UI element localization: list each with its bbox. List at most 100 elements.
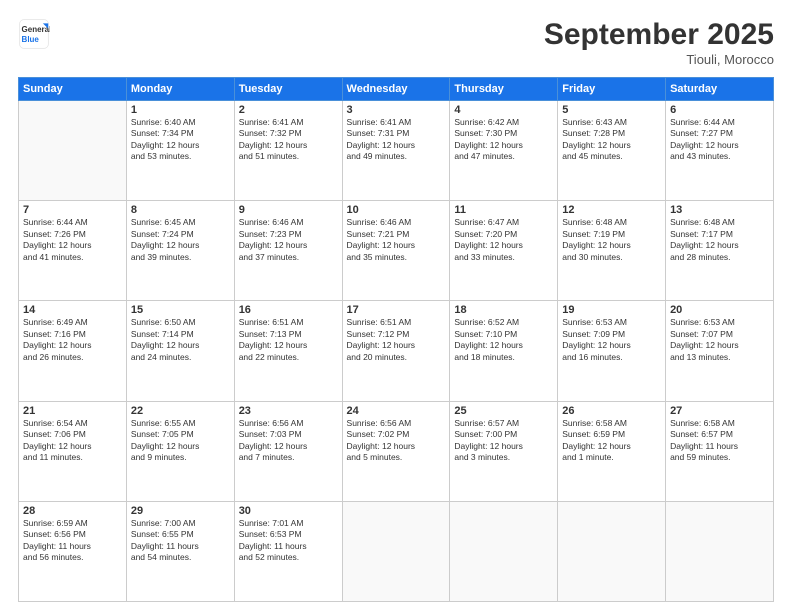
day-info: Sunrise: 6:46 AM Sunset: 7:21 PM Dayligh… [347, 217, 446, 263]
day-info: Sunrise: 6:46 AM Sunset: 7:23 PM Dayligh… [239, 217, 338, 263]
day-number: 14 [23, 304, 122, 316]
day-info: Sunrise: 7:01 AM Sunset: 6:53 PM Dayligh… [239, 518, 338, 564]
day-info: Sunrise: 6:45 AM Sunset: 7:24 PM Dayligh… [131, 217, 230, 263]
location: Tiouli, Morocco [544, 52, 774, 67]
day-number: 26 [562, 405, 661, 417]
day-number: 5 [562, 104, 661, 116]
day-info: Sunrise: 6:47 AM Sunset: 7:20 PM Dayligh… [454, 217, 553, 263]
week-row-1: 1Sunrise: 6:40 AM Sunset: 7:34 PM Daylig… [19, 101, 774, 201]
day-number: 28 [23, 505, 122, 517]
calendar-table: SundayMondayTuesdayWednesdayThursdayFrid… [18, 77, 774, 602]
logo-icon: General Blue [18, 18, 50, 50]
weekday-header-row: SundayMondayTuesdayWednesdayThursdayFrid… [19, 78, 774, 101]
day-info: Sunrise: 6:56 AM Sunset: 7:02 PM Dayligh… [347, 418, 446, 464]
day-info: Sunrise: 6:41 AM Sunset: 7:32 PM Dayligh… [239, 117, 338, 163]
calendar-cell: 25Sunrise: 6:57 AM Sunset: 7:00 PM Dayli… [450, 401, 558, 501]
day-number: 8 [131, 204, 230, 216]
calendar-cell [450, 501, 558, 601]
calendar-cell: 19Sunrise: 6:53 AM Sunset: 7:09 PM Dayli… [558, 301, 666, 401]
week-row-4: 21Sunrise: 6:54 AM Sunset: 7:06 PM Dayli… [19, 401, 774, 501]
calendar-cell: 22Sunrise: 6:55 AM Sunset: 7:05 PM Dayli… [126, 401, 234, 501]
day-info: Sunrise: 6:50 AM Sunset: 7:14 PM Dayligh… [131, 317, 230, 363]
calendar-cell: 1Sunrise: 6:40 AM Sunset: 7:34 PM Daylig… [126, 101, 234, 201]
calendar-cell: 2Sunrise: 6:41 AM Sunset: 7:32 PM Daylig… [234, 101, 342, 201]
week-row-3: 14Sunrise: 6:49 AM Sunset: 7:16 PM Dayli… [19, 301, 774, 401]
day-info: Sunrise: 6:51 AM Sunset: 7:12 PM Dayligh… [347, 317, 446, 363]
day-info: Sunrise: 6:55 AM Sunset: 7:05 PM Dayligh… [131, 418, 230, 464]
logo: General Blue [18, 18, 50, 50]
calendar-cell: 16Sunrise: 6:51 AM Sunset: 7:13 PM Dayli… [234, 301, 342, 401]
day-info: Sunrise: 6:41 AM Sunset: 7:31 PM Dayligh… [347, 117, 446, 163]
weekday-header-saturday: Saturday [666, 78, 774, 101]
day-info: Sunrise: 6:52 AM Sunset: 7:10 PM Dayligh… [454, 317, 553, 363]
weekday-header-friday: Friday [558, 78, 666, 101]
day-info: Sunrise: 6:53 AM Sunset: 7:07 PM Dayligh… [670, 317, 769, 363]
day-number: 9 [239, 204, 338, 216]
calendar-cell: 5Sunrise: 6:43 AM Sunset: 7:28 PM Daylig… [558, 101, 666, 201]
calendar-cell: 23Sunrise: 6:56 AM Sunset: 7:03 PM Dayli… [234, 401, 342, 501]
calendar-cell: 4Sunrise: 6:42 AM Sunset: 7:30 PM Daylig… [450, 101, 558, 201]
title-block: September 2025 Tiouli, Morocco [544, 18, 774, 67]
day-number: 21 [23, 405, 122, 417]
day-number: 15 [131, 304, 230, 316]
calendar-cell: 8Sunrise: 6:45 AM Sunset: 7:24 PM Daylig… [126, 201, 234, 301]
day-info: Sunrise: 6:49 AM Sunset: 7:16 PM Dayligh… [23, 317, 122, 363]
calendar-cell: 6Sunrise: 6:44 AM Sunset: 7:27 PM Daylig… [666, 101, 774, 201]
calendar-cell: 12Sunrise: 6:48 AM Sunset: 7:19 PM Dayli… [558, 201, 666, 301]
day-number: 25 [454, 405, 553, 417]
day-number: 12 [562, 204, 661, 216]
calendar-cell: 20Sunrise: 6:53 AM Sunset: 7:07 PM Dayli… [666, 301, 774, 401]
month-title: September 2025 [544, 18, 774, 52]
day-number: 20 [670, 304, 769, 316]
calendar-cell: 18Sunrise: 6:52 AM Sunset: 7:10 PM Dayli… [450, 301, 558, 401]
day-info: Sunrise: 7:00 AM Sunset: 6:55 PM Dayligh… [131, 518, 230, 564]
weekday-header-thursday: Thursday [450, 78, 558, 101]
page: General Blue September 2025 Tiouli, Moro… [0, 0, 792, 612]
week-row-5: 28Sunrise: 6:59 AM Sunset: 6:56 PM Dayli… [19, 501, 774, 601]
day-number: 27 [670, 405, 769, 417]
day-info: Sunrise: 6:54 AM Sunset: 7:06 PM Dayligh… [23, 418, 122, 464]
weekday-header-wednesday: Wednesday [342, 78, 450, 101]
day-number: 16 [239, 304, 338, 316]
week-row-2: 7Sunrise: 6:44 AM Sunset: 7:26 PM Daylig… [19, 201, 774, 301]
day-info: Sunrise: 6:59 AM Sunset: 6:56 PM Dayligh… [23, 518, 122, 564]
day-number: 29 [131, 505, 230, 517]
calendar-cell: 3Sunrise: 6:41 AM Sunset: 7:31 PM Daylig… [342, 101, 450, 201]
calendar-cell: 10Sunrise: 6:46 AM Sunset: 7:21 PM Dayli… [342, 201, 450, 301]
calendar-cell: 17Sunrise: 6:51 AM Sunset: 7:12 PM Dayli… [342, 301, 450, 401]
day-number: 23 [239, 405, 338, 417]
day-info: Sunrise: 6:44 AM Sunset: 7:26 PM Dayligh… [23, 217, 122, 263]
calendar-cell: 30Sunrise: 7:01 AM Sunset: 6:53 PM Dayli… [234, 501, 342, 601]
day-number: 4 [454, 104, 553, 116]
day-info: Sunrise: 6:43 AM Sunset: 7:28 PM Dayligh… [562, 117, 661, 163]
day-info: Sunrise: 6:42 AM Sunset: 7:30 PM Dayligh… [454, 117, 553, 163]
calendar-cell: 7Sunrise: 6:44 AM Sunset: 7:26 PM Daylig… [19, 201, 127, 301]
calendar-cell: 13Sunrise: 6:48 AM Sunset: 7:17 PM Dayli… [666, 201, 774, 301]
calendar-cell: 28Sunrise: 6:59 AM Sunset: 6:56 PM Dayli… [19, 501, 127, 601]
day-number: 17 [347, 304, 446, 316]
day-number: 22 [131, 405, 230, 417]
header: General Blue September 2025 Tiouli, Moro… [18, 18, 774, 67]
day-info: Sunrise: 6:57 AM Sunset: 7:00 PM Dayligh… [454, 418, 553, 464]
day-number: 3 [347, 104, 446, 116]
day-number: 2 [239, 104, 338, 116]
calendar-cell: 27Sunrise: 6:58 AM Sunset: 6:57 PM Dayli… [666, 401, 774, 501]
weekday-header-tuesday: Tuesday [234, 78, 342, 101]
day-number: 7 [23, 204, 122, 216]
calendar-cell [342, 501, 450, 601]
day-info: Sunrise: 6:51 AM Sunset: 7:13 PM Dayligh… [239, 317, 338, 363]
day-info: Sunrise: 6:58 AM Sunset: 6:59 PM Dayligh… [562, 418, 661, 464]
day-number: 24 [347, 405, 446, 417]
svg-text:General: General [22, 25, 50, 34]
day-info: Sunrise: 6:48 AM Sunset: 7:19 PM Dayligh… [562, 217, 661, 263]
calendar-cell: 26Sunrise: 6:58 AM Sunset: 6:59 PM Dayli… [558, 401, 666, 501]
day-info: Sunrise: 6:44 AM Sunset: 7:27 PM Dayligh… [670, 117, 769, 163]
calendar-cell: 9Sunrise: 6:46 AM Sunset: 7:23 PM Daylig… [234, 201, 342, 301]
calendar-cell: 29Sunrise: 7:00 AM Sunset: 6:55 PM Dayli… [126, 501, 234, 601]
calendar-cell: 11Sunrise: 6:47 AM Sunset: 7:20 PM Dayli… [450, 201, 558, 301]
day-info: Sunrise: 6:53 AM Sunset: 7:09 PM Dayligh… [562, 317, 661, 363]
day-number: 30 [239, 505, 338, 517]
day-number: 13 [670, 204, 769, 216]
weekday-header-sunday: Sunday [19, 78, 127, 101]
day-info: Sunrise: 6:48 AM Sunset: 7:17 PM Dayligh… [670, 217, 769, 263]
